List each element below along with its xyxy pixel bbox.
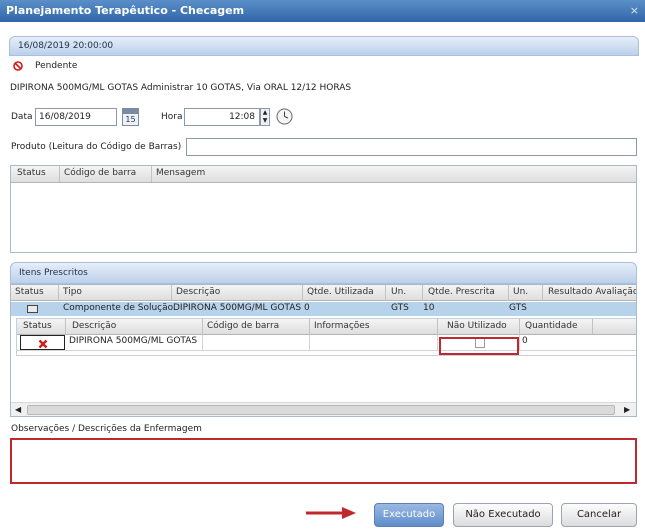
data-input[interactable]: 16/08/2019 — [35, 108, 117, 126]
itens-row[interactable]: Componente de Solução DIPIRONA 500MG/ML … — [11, 302, 636, 316]
hora-spinner[interactable]: ▲ ▼ — [260, 108, 270, 126]
scroll-right-icon[interactable]: ▶ — [624, 403, 630, 416]
sub-row[interactable]: DIPIRONA 500MG/ML GOTAS 0 — [17, 335, 636, 351]
row-un2: GTS — [509, 303, 527, 313]
executado-button[interactable]: Executado — [374, 503, 444, 527]
pending-icon — [13, 61, 23, 71]
data-label: Data — [11, 112, 33, 122]
sub-col-informacoes[interactable]: Informações — [314, 321, 370, 331]
sub-row-quantidade: 0 — [522, 336, 528, 346]
status-x-icon — [38, 339, 48, 349]
calendar-day: 15 — [125, 115, 136, 124]
produto-label: Produto (Leitura do Código de Barras) — [11, 142, 182, 152]
itens-col-qtde-utilizada[interactable]: Qtde. Utilizada — [307, 287, 374, 297]
hora-input[interactable]: 12:08 — [184, 108, 260, 126]
status-text: Pendente — [35, 61, 78, 71]
sub-col-descricao[interactable]: Descrição — [72, 321, 116, 331]
sub-row-status-cell — [20, 335, 65, 350]
scan-col-barcode[interactable]: Código de barra — [64, 168, 136, 178]
window-title-bar: Planejamento Terapêutico - Checagem × — [0, 0, 645, 22]
scan-col-status[interactable]: Status — [17, 168, 46, 178]
arrow-icon — [306, 507, 356, 519]
itens-col-status[interactable]: Status — [15, 287, 44, 297]
spin-up-icon[interactable]: ▲ — [261, 109, 269, 117]
clock-icon[interactable] — [276, 108, 293, 125]
itens-prescritos-header: Itens Prescritos — [10, 262, 637, 284]
sub-grid-header: Status Descrição Código de barra Informa… — [17, 319, 636, 335]
scroll-left-icon[interactable]: ◀ — [15, 403, 21, 416]
scan-col-message[interactable]: Mensagem — [156, 168, 205, 178]
close-icon[interactable]: × — [630, 0, 639, 22]
itens-hscrollbar[interactable]: ◀ ▶ — [11, 402, 636, 416]
cancelar-button[interactable]: Cancelar — [561, 503, 637, 527]
itens-col-resultado[interactable]: Resultado Avaliação — [548, 287, 636, 297]
produto-input[interactable] — [186, 138, 637, 156]
row-tipo: Componente de Solução — [63, 303, 174, 313]
itens-col-tipo[interactable]: Tipo — [63, 287, 82, 297]
row-qtde-prescrita: 10 — [423, 303, 435, 313]
sub-row-descricao: DIPIRONA 500MG/ML GOTAS — [69, 336, 198, 346]
itens-prescritos-title: Itens Prescritos — [19, 268, 88, 278]
nao-utilizado-highlight — [439, 337, 519, 355]
hora-label: Hora — [161, 112, 183, 122]
sub-col-status[interactable]: Status — [23, 321, 52, 331]
row-un: GTS — [391, 303, 409, 313]
spin-down-icon[interactable]: ▼ — [261, 117, 269, 125]
observacoes-label: Observações / Descrições da Enfermagem — [11, 424, 202, 434]
itens-col-un2[interactable]: Un. — [513, 287, 528, 297]
sub-col-codigo[interactable]: Código de barra — [207, 321, 279, 331]
itens-col-descricao[interactable]: Descrição — [176, 287, 220, 297]
sub-col-nao-utilizado[interactable]: Não Utilizado — [447, 321, 507, 331]
itens-grid-header: Status Tipo Descrição Qtde. Utilizada Un… — [11, 285, 636, 301]
nao-executado-button[interactable]: Não Executado — [453, 503, 553, 527]
scan-results-grid: Status Código de barra Mensagem — [10, 165, 637, 253]
observacoes-textarea[interactable] — [10, 438, 637, 484]
row-descricao: DIPIRONA 500MG/ML GOTAS — [173, 303, 302, 313]
itens-grid: Status Tipo Descrição Qtde. Utilizada Un… — [10, 284, 637, 417]
itens-col-qtde-prescrita[interactable]: Qtde. Prescrita — [428, 287, 495, 297]
datetime-text: 16/08/2019 20:00:00 — [18, 41, 114, 51]
itens-col-un[interactable]: Un. — [391, 287, 406, 297]
row-qtde-utilizada: 0 — [304, 303, 310, 313]
scroll-thumb[interactable] — [27, 405, 615, 415]
datetime-header: 16/08/2019 20:00:00 — [9, 36, 639, 56]
scan-grid-header: Status Código de barra Mensagem — [11, 166, 636, 183]
window-title: Planejamento Terapêutico - Checagem — [6, 4, 245, 17]
sub-col-quantidade[interactable]: Quantidade — [525, 321, 578, 331]
collapse-icon[interactable] — [27, 305, 38, 313]
calendar-icon[interactable]: 15 — [122, 108, 139, 126]
sub-grid: Status Descrição Código de barra Informa… — [16, 318, 636, 356]
prescription-description: DIPIRONA 500MG/ML GOTAS Administrar 10 G… — [10, 83, 352, 93]
